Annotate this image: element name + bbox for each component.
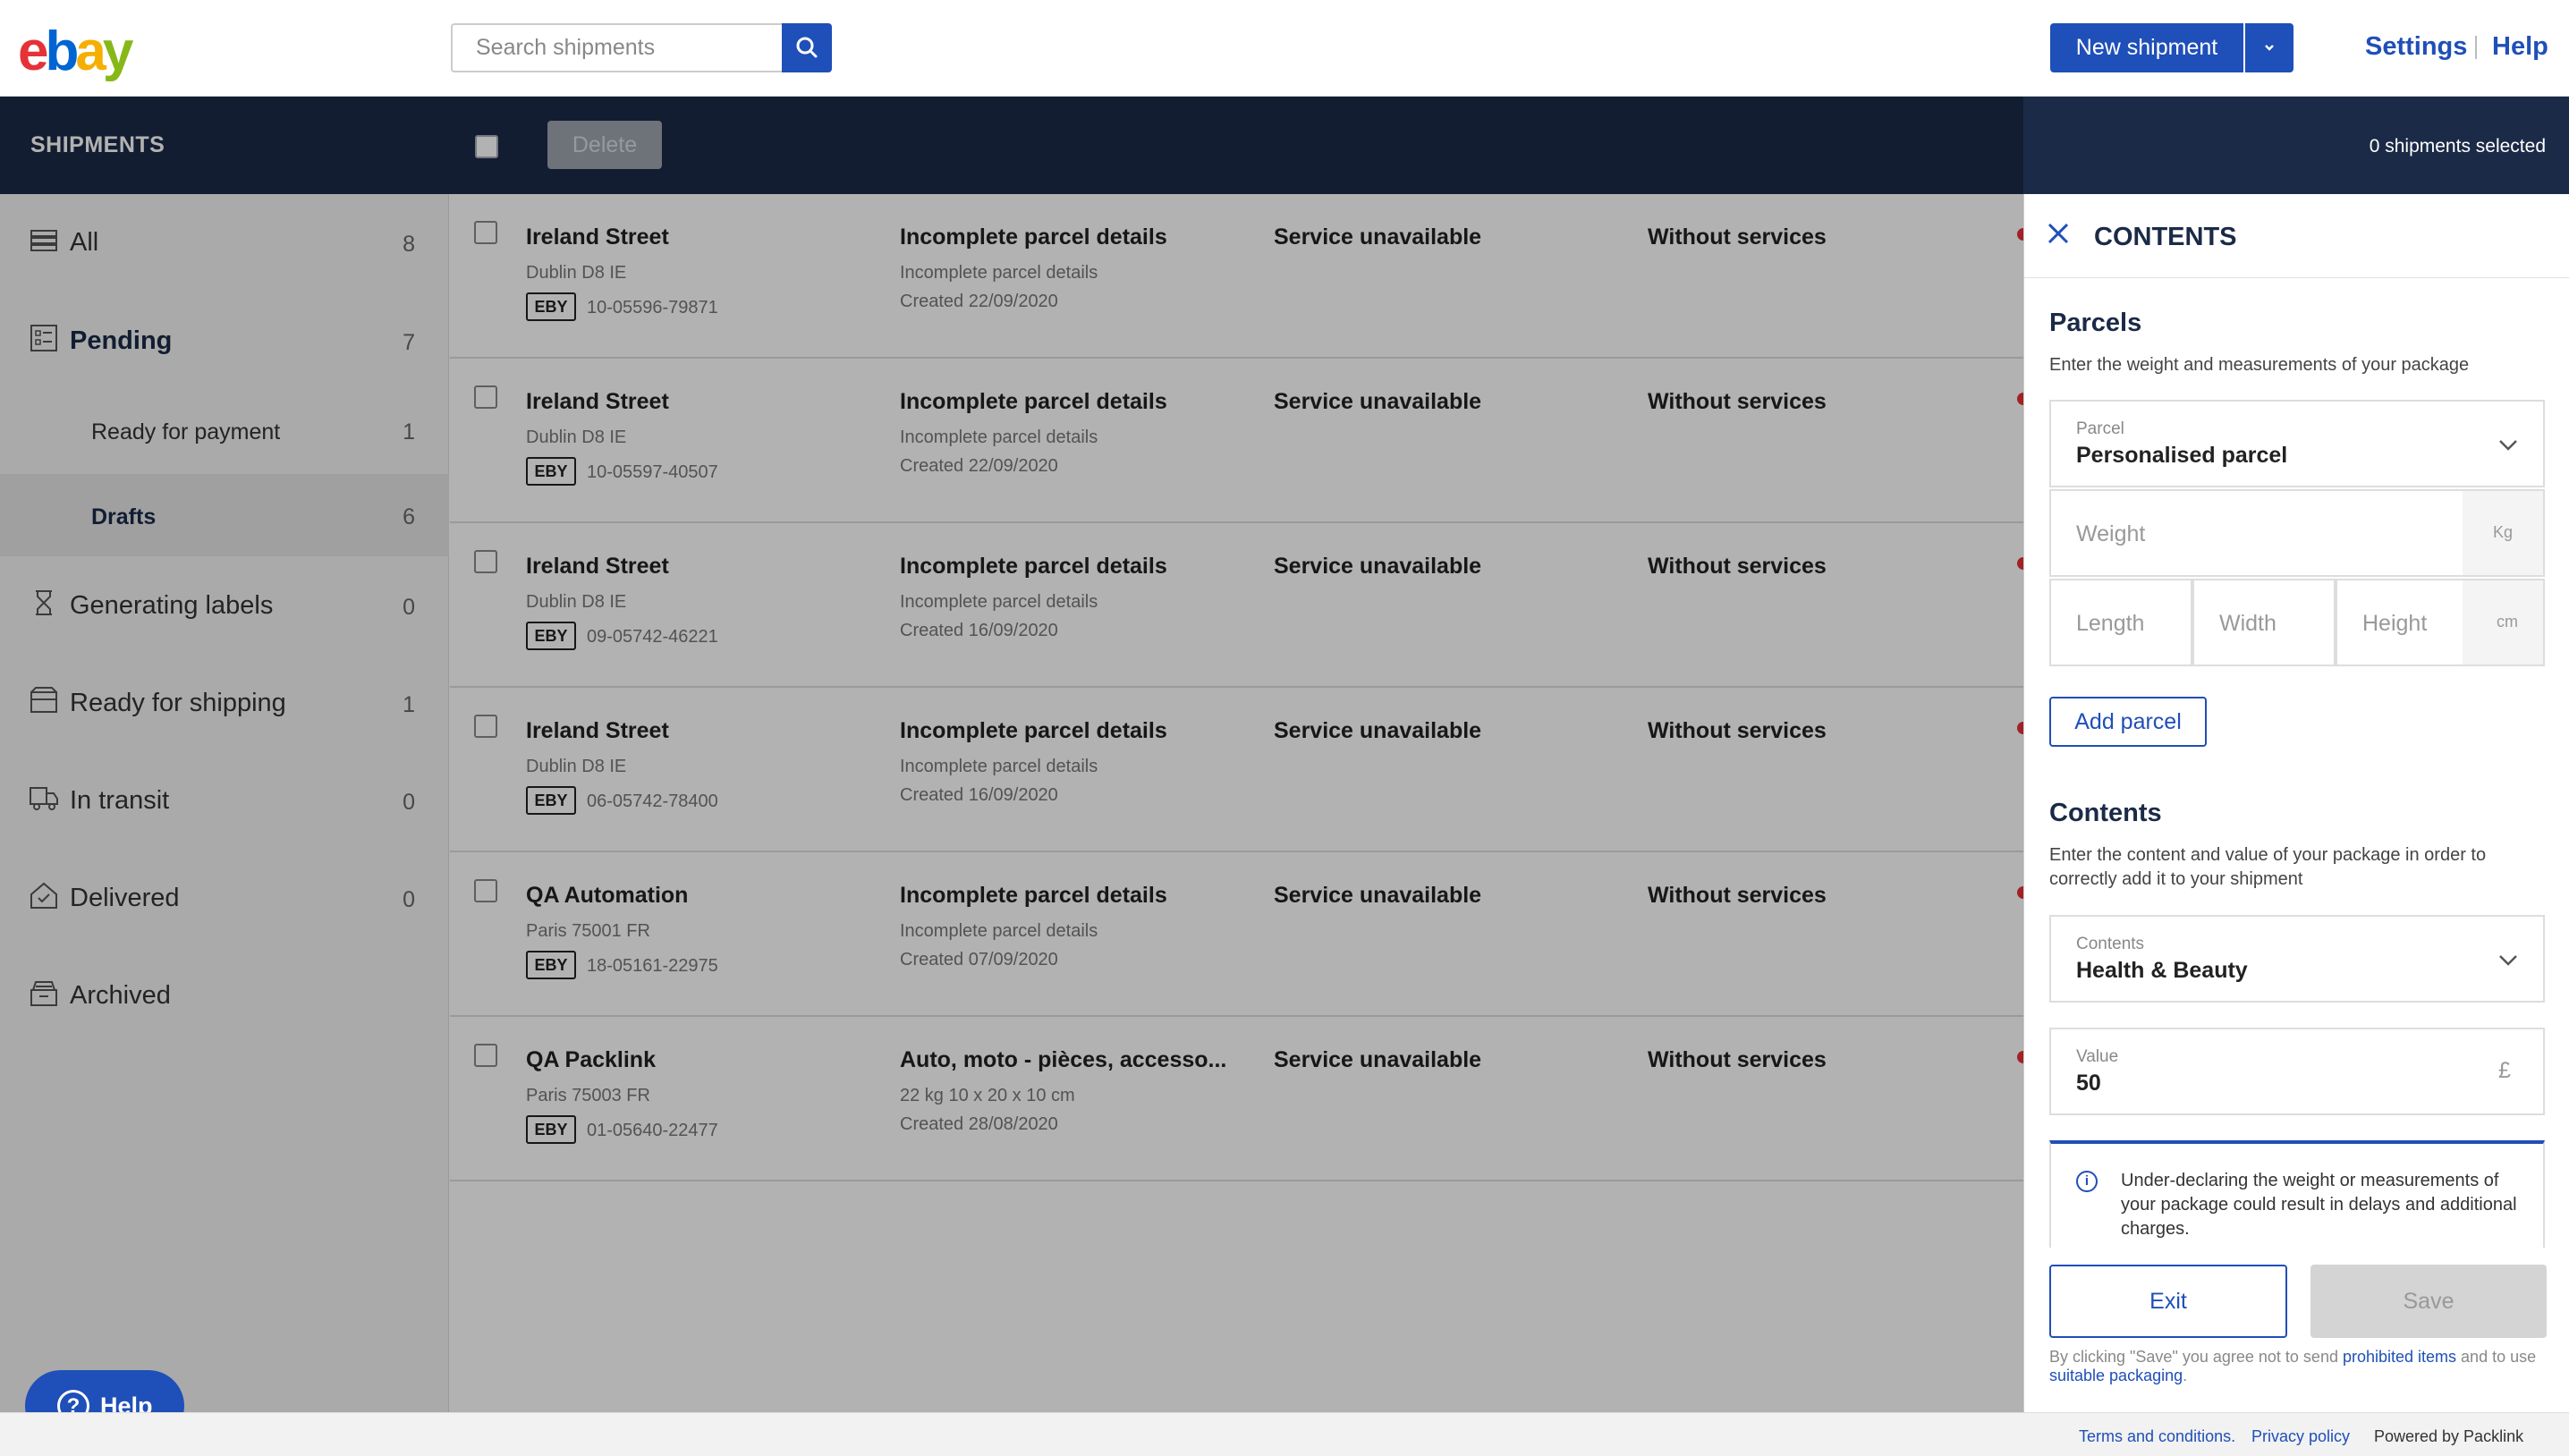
value-field[interactable]: Value 50 £ — [2049, 1028, 2545, 1115]
powered-by: Powered by Packlink — [2374, 1427, 2524, 1445]
info-icon: i — [2076, 1171, 2098, 1192]
width-field[interactable]: Width — [2192, 579, 2336, 666]
disclaimer-text: By clicking "Save" you agree not to send — [2049, 1348, 2343, 1366]
divider — [2475, 36, 2477, 59]
new-shipment-button[interactable]: New shipment — [2050, 23, 2243, 72]
currency-symbol: £ — [2498, 1058, 2511, 1083]
save-disclaimer: By clicking "Save" you agree not to send… — [2049, 1348, 2550, 1385]
contents-panel: CONTENTS Parcels Enter the weight and me… — [2023, 194, 2569, 1412]
weight-placeholder: Weight — [2076, 521, 2146, 546]
height-field[interactable]: Height cm — [2336, 579, 2545, 666]
search-input[interactable]: Search shipments — [451, 23, 784, 72]
prohibited-items-link[interactable]: prohibited items — [2343, 1348, 2456, 1366]
field-label: Contents — [2076, 935, 2145, 953]
parcels-heading: Parcels — [2049, 309, 2142, 337]
warning-box: i Under-declaring the weight or measurem… — [2049, 1140, 2545, 1248]
field-label: Parcel — [2076, 419, 2124, 438]
search-icon — [796, 37, 818, 58]
panel-title: CONTENTS — [2094, 223, 2237, 251]
disclaimer-text: and to use — [2456, 1348, 2537, 1366]
parcel-select[interactable]: Parcel Personalised parcel — [2049, 400, 2545, 487]
dimension-unit: cm — [2497, 613, 2518, 631]
weight-field[interactable]: Weight Kg — [2049, 489, 2545, 577]
new-shipment-dropdown[interactable] — [2245, 23, 2293, 72]
field-value: Health & Beauty — [2076, 958, 2248, 983]
save-button[interactable]: Save — [2310, 1265, 2547, 1338]
field-value: Personalised parcel — [2076, 443, 2288, 468]
ebay-logo[interactable]: ebay — [18, 20, 133, 83]
height-placeholder: Height — [2362, 611, 2428, 636]
panel-header: CONTENTS — [2024, 194, 2569, 278]
parcels-description: Enter the weight and measurements of you… — [2049, 355, 2470, 375]
selected-count: 0 shipments selected — [2369, 136, 2546, 157]
search-button[interactable] — [782, 23, 832, 72]
chevron-down-icon — [2499, 955, 2517, 966]
close-icon[interactable] — [2046, 221, 2071, 246]
length-placeholder: Length — [2076, 611, 2145, 636]
add-parcel-button[interactable]: Add parcel — [2049, 697, 2207, 747]
chevron-down-icon — [2265, 45, 2274, 51]
footer: Terms and conditions. Privacy policy Pow… — [0, 1412, 2569, 1456]
weight-unit: Kg — [2493, 523, 2514, 541]
field-label: Value — [2076, 1047, 2119, 1066]
exit-button[interactable]: Exit — [2049, 1265, 2287, 1338]
modal-overlay[interactable] — [0, 97, 2023, 1412]
settings-link[interactable]: Settings — [2365, 32, 2467, 62]
contents-select[interactable]: Contents Health & Beauty — [2049, 915, 2545, 1003]
disclaimer-text: . — [2183, 1367, 2188, 1384]
width-placeholder: Width — [2219, 611, 2276, 636]
warning-text: Under-declaring the weight or measuremen… — [2121, 1171, 2517, 1239]
chevron-down-icon — [2499, 440, 2517, 451]
top-header: ebay Search shipments New shipment Setti… — [0, 0, 2569, 97]
length-field[interactable]: Length — [2049, 579, 2192, 666]
terms-link[interactable]: Terms and conditions. — [2079, 1427, 2235, 1446]
field-value: 50 — [2076, 1071, 2101, 1096]
contents-description: Enter the content and value of your pack… — [2049, 845, 2487, 889]
help-link[interactable]: Help — [2492, 32, 2548, 62]
contents-heading: Contents — [2049, 799, 2162, 827]
privacy-link[interactable]: Privacy policy — [2251, 1427, 2350, 1446]
suitable-packaging-link[interactable]: suitable packaging — [2049, 1367, 2183, 1384]
